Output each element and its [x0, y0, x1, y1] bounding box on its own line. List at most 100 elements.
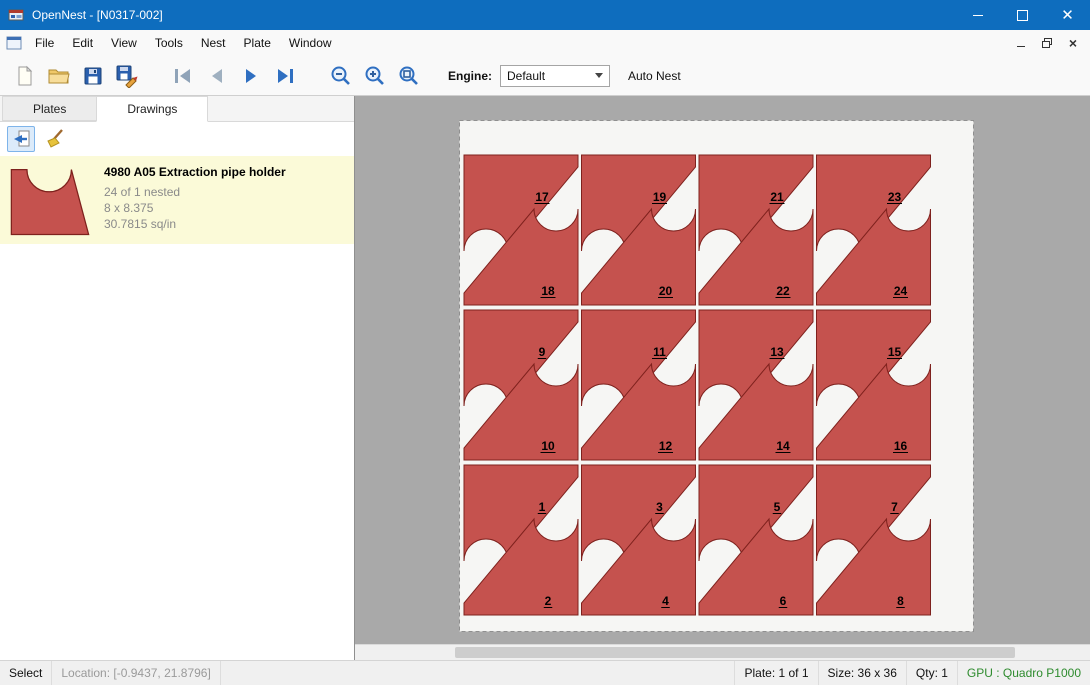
new-button[interactable]: [8, 61, 42, 91]
part-number: 12: [659, 439, 673, 453]
open-button[interactable]: [42, 61, 76, 91]
statusbar: Select Location: [-0.9437, 21.8796] Plat…: [0, 660, 1090, 685]
part-number: 8: [897, 594, 904, 608]
menubar: File Edit View Tools Nest Plate Window ×: [0, 30, 1090, 56]
nest-pair[interactable]: 13 14: [699, 310, 813, 460]
side-panel: Plates Drawings 4: [0, 96, 355, 660]
tab-drawings[interactable]: Drawings: [96, 96, 208, 122]
part-number: 14: [776, 439, 790, 453]
nest-pair[interactable]: 12: [464, 465, 578, 615]
part-number: 23: [888, 190, 902, 204]
save-as-button[interactable]: [110, 61, 144, 91]
menu-window[interactable]: Window: [280, 30, 341, 56]
nest-pair[interactable]: 56: [699, 465, 813, 615]
side-tabstrip: Plates Drawings: [0, 96, 354, 122]
part-number: 21: [770, 190, 784, 204]
nest-pair[interactable]: 78: [817, 465, 931, 615]
nest-pair[interactable]: 1920: [582, 155, 696, 305]
part-number: 15: [888, 345, 902, 359]
nest-pair[interactable]: 1718: [464, 155, 578, 305]
drawing-item-info: 4980 A05 Extraction pipe holder 24 of 1 …: [104, 163, 286, 237]
menu-tools[interactable]: Tools: [146, 30, 192, 56]
next-plate-button[interactable]: [234, 61, 268, 91]
drawing-title: 4980 A05 Extraction pipe holder: [104, 165, 286, 179]
toolbar-separator: [302, 75, 324, 76]
status-location: Location: [-0.9437, 21.8796]: [52, 661, 221, 685]
window-title: OpenNest - [N0317-002]: [32, 8, 163, 22]
menu-nest[interactable]: Nest: [192, 30, 235, 56]
engine-value: Default: [507, 69, 545, 83]
drawing-area: 30.7815 sq/in: [104, 216, 286, 232]
zoom-fit-button[interactable]: [392, 61, 426, 91]
part-number: 22: [776, 284, 790, 298]
nest-pair[interactable]: 910: [464, 310, 578, 460]
zoom-in-button[interactable]: [358, 61, 392, 91]
status-plate: Plate: 1 of 1: [734, 661, 817, 685]
first-plate-button[interactable]: [166, 61, 200, 91]
minimize-button[interactable]: [955, 0, 1000, 30]
show-on-plate-button[interactable]: [7, 126, 35, 152]
zoom-out-button[interactable]: [324, 61, 358, 91]
toolbar-separator: [144, 75, 166, 76]
drawing-list-item[interactable]: 4980 A05 Extraction pipe holder 24 of 1 …: [0, 156, 354, 244]
part-number: 9: [539, 345, 546, 359]
close-icon: ✕: [1061, 6, 1074, 24]
broom-icon: [44, 128, 66, 150]
last-plate-button[interactable]: [268, 61, 302, 91]
first-arrow-icon: [171, 65, 195, 87]
engine-label: Engine:: [448, 69, 492, 83]
horizontal-scrollbar[interactable]: [355, 644, 1090, 660]
mdi-minimize-icon: [1017, 46, 1025, 47]
tab-plates[interactable]: Plates: [2, 96, 97, 121]
mdi-restore-icon: [1041, 37, 1053, 49]
drawing-nested-count: 24 of 1 nested: [104, 184, 286, 200]
part-number: 2: [545, 594, 552, 608]
status-mode: Select: [0, 661, 52, 685]
menu-plate[interactable]: Plate: [235, 30, 280, 56]
nest-pair[interactable]: 1516: [817, 310, 931, 460]
mdi-document-icon[interactable]: [6, 35, 22, 51]
nest-pair[interactable]: 34: [582, 465, 696, 615]
menu-file[interactable]: File: [26, 30, 63, 56]
menu-edit[interactable]: Edit: [63, 30, 102, 56]
clear-broom-button[interactable]: [41, 126, 69, 152]
app-icon[interactable]: [8, 7, 24, 23]
status-spacer: [221, 661, 734, 685]
part-number: 6: [780, 594, 787, 608]
next-arrow-icon: [239, 65, 263, 87]
part-number: 13: [770, 345, 784, 359]
mdi-close-button[interactable]: ×: [1060, 30, 1086, 56]
plate-svg[interactable]: 171819202122232491011121314151612345678: [459, 120, 974, 632]
nest-pair[interactable]: 11 12: [582, 310, 696, 460]
part-number: 3: [656, 500, 663, 514]
menu-view[interactable]: View: [102, 30, 146, 56]
maximize-button[interactable]: [1000, 0, 1045, 30]
save-button[interactable]: [76, 61, 110, 91]
part-number: 19: [653, 190, 667, 204]
part-thumbnail: [8, 163, 92, 237]
part-number: 11: [653, 345, 666, 359]
toolbar: Engine: Default Auto Nest: [0, 56, 1090, 96]
scrollbar-thumb[interactable]: [455, 647, 1015, 658]
mdi-close-icon: ×: [1069, 35, 1077, 51]
part-number: 4: [662, 594, 669, 608]
blue-arrow-sheet-icon: [10, 128, 32, 150]
mdi-minimize-button[interactable]: [1008, 30, 1034, 56]
auto-nest-button[interactable]: Auto Nest: [628, 69, 681, 83]
status-gpu: GPU : Quadro P1000: [957, 661, 1090, 685]
minimize-icon: [973, 15, 983, 16]
nest-pair[interactable]: 21 22: [699, 155, 813, 305]
close-button[interactable]: ✕: [1045, 0, 1090, 30]
zoom-out-icon: [329, 64, 353, 88]
save-icon: [82, 65, 104, 87]
previous-plate-button[interactable]: [200, 61, 234, 91]
engine-select[interactable]: Default: [500, 65, 610, 87]
part-number: 17: [535, 190, 549, 204]
drawings-toolbar: [0, 122, 354, 156]
zoom-fit-icon: [397, 64, 421, 88]
mdi-restore-button[interactable]: [1034, 30, 1060, 56]
new-file-icon: [14, 65, 36, 87]
nest-canvas[interactable]: 171819202122232491011121314151612345678: [355, 96, 1090, 660]
titlebar: OpenNest - [N0317-002] ✕: [0, 0, 1090, 30]
nest-pair[interactable]: 2324: [817, 155, 931, 305]
